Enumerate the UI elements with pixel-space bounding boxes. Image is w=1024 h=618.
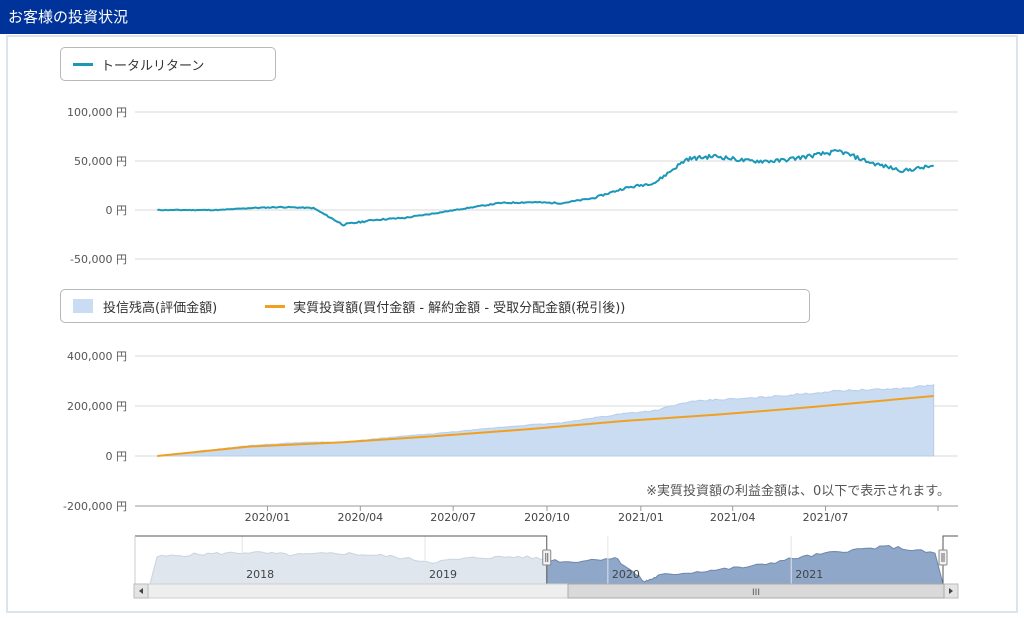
x-axis: 2020/01 2020/04 2020/07 2020/10 2021/01 2021/…: [135, 505, 958, 524]
return-y-ticks: 100,000 円 50,000 円 0 円 -50,000 円: [67, 106, 127, 266]
legend-item-balance[interactable]: 投信残高(評価金額): [73, 297, 217, 316]
balance-y-tick-label: -200,000 円: [63, 500, 127, 513]
return-legend: トータルリターン: [60, 47, 276, 81]
scroll-right-button[interactable]: [943, 583, 959, 599]
return-y-tick-label: 100,000 円: [67, 106, 127, 119]
x-tick-label: 2020/10: [524, 511, 570, 524]
balance-y-tick-label: 400,000 円: [67, 350, 127, 363]
x-tick-label: 2021/04: [710, 511, 756, 524]
note-text: ※実質投資額の利益金額は、0以下で表示されます。: [646, 483, 950, 499]
range-navigator: 2018 2019 2020 2021 III: [133, 535, 959, 599]
balance-y-tick-label: 0 円: [106, 450, 128, 463]
x-tick-label: 2020/01: [245, 511, 291, 524]
return-y-tick-label: 50,000 円: [74, 155, 127, 168]
navigator-tick-label: 2018: [246, 568, 274, 581]
x-tick-label: 2021/07: [803, 511, 849, 524]
return-y-tick-label: 0 円: [106, 204, 128, 217]
scrollbar-grip-icon: III: [752, 588, 760, 598]
legend-item-investment[interactable]: 実質投資額(買付金額 - 解約金額 - 受取分配金額(税引後)): [265, 297, 625, 316]
navigator-tick-label: 2020: [612, 568, 640, 581]
return-grid: [135, 111, 958, 260]
navigator-tick-label: 2021: [795, 568, 823, 581]
legend-label-investment: 実質投資額(買付金額 - 解約金額 - 受取分配金額(税引後)): [293, 300, 626, 316]
scroll-left-button[interactable]: [133, 583, 149, 599]
navigator-range-handle[interactable]: [542, 549, 552, 566]
balance-y-ticks: 400,000 円 200,000 円 0 円 -200,000 円: [63, 350, 127, 513]
legend-label-balance: 投信残高(評価金額): [103, 300, 218, 316]
x-tick-label: 2020/07: [430, 511, 476, 524]
balance-legend: 投信残高(評価金額) 実質投資額(買付金額 - 解約金額 - 受取分配金額(税引…: [60, 289, 810, 323]
legend-swatch-investment: [265, 304, 286, 308]
navigator-range-handle[interactable]: [938, 549, 948, 566]
legend-item-total-return[interactable]: トータルリターン: [73, 55, 204, 74]
x-tick-label: 2020/04: [337, 511, 383, 524]
legend-label-total-return: トータルリターン: [101, 58, 205, 74]
legend-swatch-return: [73, 62, 93, 66]
navigator-tick-label: 2019: [429, 568, 457, 581]
legend-swatch-balance: [73, 299, 93, 313]
return-y-tick-label: -50,000 円: [70, 253, 127, 266]
balance-y-tick-label: 200,000 円: [67, 400, 127, 413]
x-tick-label: 2021/01: [618, 511, 664, 524]
